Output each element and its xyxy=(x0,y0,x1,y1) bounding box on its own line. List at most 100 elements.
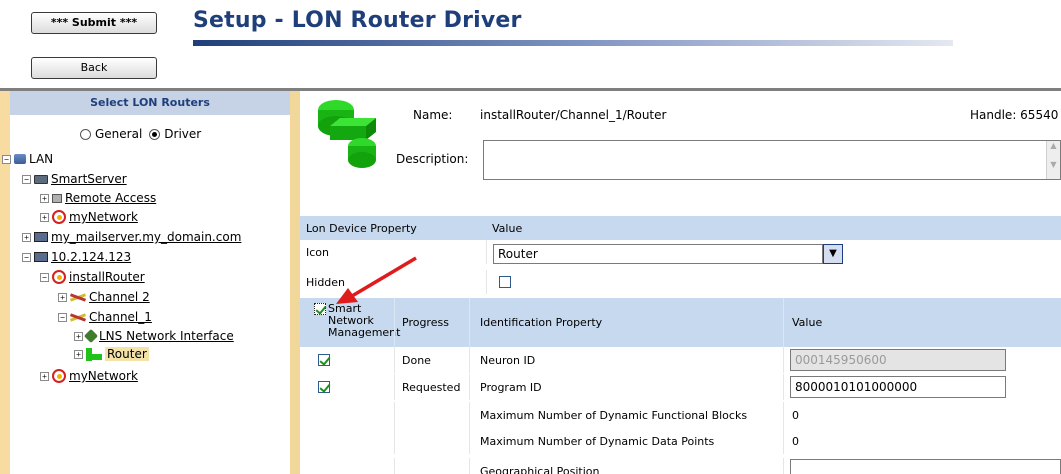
tree-node-router[interactable]: + Router xyxy=(74,345,149,363)
collapse-icon[interactable]: − xyxy=(2,154,11,164)
ident-value: 0 xyxy=(792,408,799,422)
ident-property-label: Maximum Number of Dynamic Data Points xyxy=(480,434,715,448)
tree-node-smartserver[interactable]: − SmartServer xyxy=(22,170,127,188)
tree-node-remote-access[interactable]: + Remote Access xyxy=(40,189,156,207)
smart-mgmt-checkbox[interactable] xyxy=(318,381,330,393)
back-button[interactable]: Back xyxy=(31,57,157,79)
progress-cell: Done xyxy=(402,353,431,367)
radio-driver-label: Driver xyxy=(164,127,202,141)
identification-grid-header: Smart Network Management Progress Identi… xyxy=(300,298,1061,347)
property-row-hidden: Hidden xyxy=(300,270,1061,294)
neuron-id-field: 000145950600 xyxy=(790,349,1006,371)
description-field[interactable]: ▲ ▼ xyxy=(483,140,1061,180)
channel-icon xyxy=(70,312,86,322)
page-title: Setup - LON Router Driver xyxy=(193,8,522,33)
expand-icon[interactable]: + xyxy=(40,193,49,203)
tree-node-mynetwork-2[interactable]: + myNetwork xyxy=(40,367,138,385)
collapse-icon[interactable]: − xyxy=(22,252,31,262)
lon-network-icon xyxy=(52,369,66,383)
lns-interface-icon xyxy=(83,328,99,344)
ident-property-label: Neuron ID xyxy=(480,353,536,367)
program-id-field[interactable]: 8000010101000000 xyxy=(790,376,1006,398)
ident-property-label: Geographical Position xyxy=(480,464,600,474)
tree-label[interactable]: Channel 2 xyxy=(89,290,150,304)
tree-node-mynetwork[interactable]: + myNetwork xyxy=(40,208,138,226)
expand-icon[interactable]: + xyxy=(40,212,49,222)
lan-icon xyxy=(14,154,26,164)
col-header-progress: Progress xyxy=(402,316,449,329)
tree-node-channel-2[interactable]: + Channel 2 xyxy=(58,288,150,306)
tree-node-mailserver[interactable]: + my_mailserver.my_domain.com xyxy=(22,228,241,246)
computer-icon xyxy=(34,252,48,262)
tree-label[interactable]: 10.2.124.123 xyxy=(51,250,131,264)
tree-node-lns[interactable]: + LNS Network Interface xyxy=(74,327,234,345)
router-device-icon xyxy=(318,100,376,168)
geo-position-field[interactable] xyxy=(790,459,1061,474)
tree-node-lan[interactable]: − LAN xyxy=(2,150,53,168)
tree-label: LAN xyxy=(29,152,54,166)
col-header-ident-value: Value xyxy=(792,316,823,329)
radio-driver[interactable] xyxy=(149,128,161,140)
left-panel-edge xyxy=(0,91,10,474)
scroll-up-icon[interactable]: ▲ xyxy=(1047,141,1060,150)
submit-button[interactable]: *** Submit *** xyxy=(31,12,157,34)
phone-icon xyxy=(52,193,62,203)
tree-label[interactable]: my_mailserver.my_domain.com xyxy=(51,230,241,244)
ident-value: 0 xyxy=(792,434,799,448)
collapse-icon[interactable]: − xyxy=(22,174,31,184)
tree-node-ip[interactable]: − 10.2.124.123 xyxy=(22,248,131,266)
property-label: Hidden xyxy=(306,275,346,289)
app-window: *** Submit *** Back Setup - LON Router D… xyxy=(0,0,1061,474)
server-icon xyxy=(34,174,48,184)
tree-label[interactable]: Remote Access xyxy=(65,191,156,205)
ident-row-max-fb: Maximum Number of Dynamic Functional Blo… xyxy=(300,402,1061,428)
expand-icon[interactable]: + xyxy=(58,292,67,302)
col-header-value: Value xyxy=(492,221,523,235)
tree-node-install-router[interactable]: − installRouter xyxy=(40,268,145,286)
lon-network-icon xyxy=(52,270,66,284)
scroll-down-icon[interactable]: ▼ xyxy=(1047,160,1060,169)
smart-mgmt-header-label: Smart Network Management xyxy=(328,302,401,339)
collapse-icon[interactable]: − xyxy=(58,312,67,322)
tree-label[interactable]: installRouter xyxy=(69,270,145,284)
radio-general[interactable] xyxy=(80,128,91,140)
ident-property-label: Maximum Number of Dynamic Functional Blo… xyxy=(480,408,748,422)
expand-icon[interactable]: + xyxy=(74,349,83,359)
smart-mgmt-checkbox[interactable] xyxy=(318,354,330,366)
panel-splitter[interactable] xyxy=(290,91,300,474)
tree-label[interactable]: LNS Network Interface xyxy=(99,329,234,343)
chevron-down-icon[interactable]: ▼ xyxy=(823,244,843,264)
tree-label[interactable]: SmartServer xyxy=(51,172,127,186)
expand-icon[interactable]: + xyxy=(74,331,83,341)
left-panel-heading: Select LON Routers xyxy=(10,91,290,115)
tree-node-channel-1[interactable]: − Channel_1 xyxy=(58,308,152,326)
property-label: Icon xyxy=(306,245,329,259)
smart-mgmt-header: Smart Network Management xyxy=(314,302,401,339)
collapse-icon[interactable]: − xyxy=(40,272,49,282)
smart-mgmt-select-all-checkbox[interactable] xyxy=(314,303,326,315)
channel-icon xyxy=(70,292,86,302)
tree-label-selected[interactable]: Router xyxy=(105,347,149,361)
col-header-property: Lon Device Property xyxy=(306,221,417,235)
tree-label[interactable]: myNetwork xyxy=(69,210,138,224)
tree-label[interactable]: myNetwork xyxy=(69,369,138,383)
title-underline xyxy=(193,40,953,46)
radio-general-label: General xyxy=(95,127,143,141)
expand-icon[interactable]: + xyxy=(40,371,49,381)
expand-icon[interactable]: + xyxy=(22,232,31,242)
handle-label: Handle: 65540 xyxy=(970,108,1059,122)
router-icon xyxy=(86,347,102,361)
description-scrollbar[interactable]: ▲ ▼ xyxy=(1046,141,1060,179)
description-label: Description: xyxy=(396,152,469,166)
property-grid-header: Lon Device Property Value xyxy=(300,216,1061,240)
progress-cell: Requested xyxy=(402,380,461,394)
lon-network-icon xyxy=(52,210,66,224)
computer-icon xyxy=(34,232,48,242)
view-mode-radios: General Driver xyxy=(80,127,201,141)
hidden-checkbox[interactable] xyxy=(499,276,511,288)
icon-select[interactable]: Router xyxy=(493,244,823,264)
ident-row-max-dp: Maximum Number of Dynamic Data Points 0 xyxy=(300,428,1061,454)
col-header-identification: Identification Property xyxy=(480,316,603,329)
name-value: installRouter/Channel_1/Router xyxy=(480,108,667,122)
tree-label[interactable]: Channel_1 xyxy=(89,310,152,324)
